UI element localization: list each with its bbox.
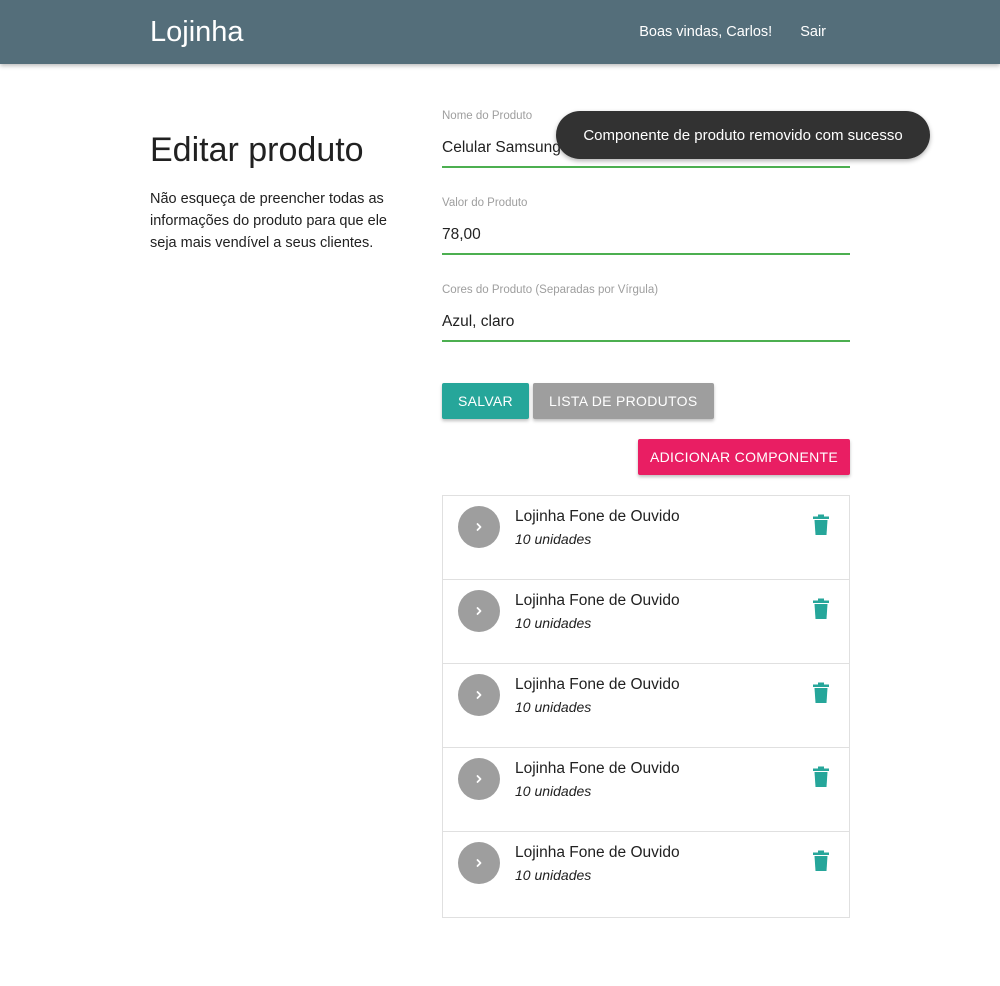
nav-links: Boas vindas, Carlos! Sair [625, 0, 840, 64]
brand-logo[interactable]: Lojinha [150, 14, 244, 50]
nav-link-welcome[interactable]: Boas vindas, Carlos! [625, 0, 786, 64]
page-title: Editar produto [150, 131, 364, 169]
chevron-right-icon [458, 758, 500, 800]
product-list-button[interactable]: Lista de Produtos [532, 383, 714, 419]
component-list: Lojinha Fone de Ouvido 10 unidades Lojin… [442, 495, 850, 918]
component-quantity: 10 unidades [515, 867, 592, 883]
product-price-label: Valor do Produto [442, 197, 528, 209]
component-name: Lojinha Fone de Ouvido [515, 508, 680, 525]
add-component-button[interactable]: Adicionar Componente [638, 439, 850, 475]
chevron-right-icon [458, 506, 500, 548]
list-item: Lojinha Fone de Ouvido 10 unidades [443, 496, 849, 580]
trash-icon[interactable] [811, 682, 831, 704]
save-button[interactable]: Salvar [442, 383, 529, 419]
trash-icon[interactable] [811, 514, 831, 536]
page-intro: Editar produto Não esqueça de preencher … [150, 128, 390, 254]
component-quantity: 10 unidades [515, 615, 592, 631]
component-name: Lojinha Fone de Ouvido [515, 844, 680, 861]
page-description: Não esqueça de preencher todas as inform… [150, 191, 387, 251]
product-colors-label: Cores do Produto (Separadas por Vírgula) [442, 284, 659, 296]
list-item: Lojinha Fone de Ouvido 10 unidades [443, 748, 849, 832]
chevron-right-icon [458, 590, 500, 632]
list-item: Lojinha Fone de Ouvido 10 unidades [443, 832, 849, 917]
trash-icon[interactable] [811, 766, 831, 788]
component-quantity: 10 unidades [515, 783, 592, 799]
component-quantity: 10 unidades [515, 699, 592, 715]
product-colors-input[interactable] [442, 304, 850, 342]
trash-icon[interactable] [811, 850, 831, 872]
product-name-label: Nome do Produto [442, 110, 533, 122]
list-item: Lojinha Fone de Ouvido 10 unidades [443, 664, 849, 748]
product-colors-field: Cores do Produto (Separadas por Vírgula) [442, 282, 850, 369]
chevron-right-icon [458, 842, 500, 884]
toast-notification: Componente de produto removido com suces… [556, 111, 930, 159]
product-price-input[interactable] [442, 217, 850, 255]
component-name: Lojinha Fone de Ouvido [515, 676, 680, 693]
product-price-field: Valor do Produto [442, 195, 850, 282]
trash-icon[interactable] [811, 598, 831, 620]
form-actions: Salvar Lista de Produtos [442, 383, 718, 419]
component-quantity: 10 unidades [515, 531, 592, 547]
component-name: Lojinha Fone de Ouvido [515, 592, 680, 609]
list-item: Lojinha Fone de Ouvido 10 unidades [443, 580, 849, 664]
navbar: Lojinha Boas vindas, Carlos! Sair [0, 0, 1000, 64]
component-name: Lojinha Fone de Ouvido [515, 760, 680, 777]
chevron-right-icon [458, 674, 500, 716]
nav-link-logout[interactable]: Sair [786, 0, 840, 64]
